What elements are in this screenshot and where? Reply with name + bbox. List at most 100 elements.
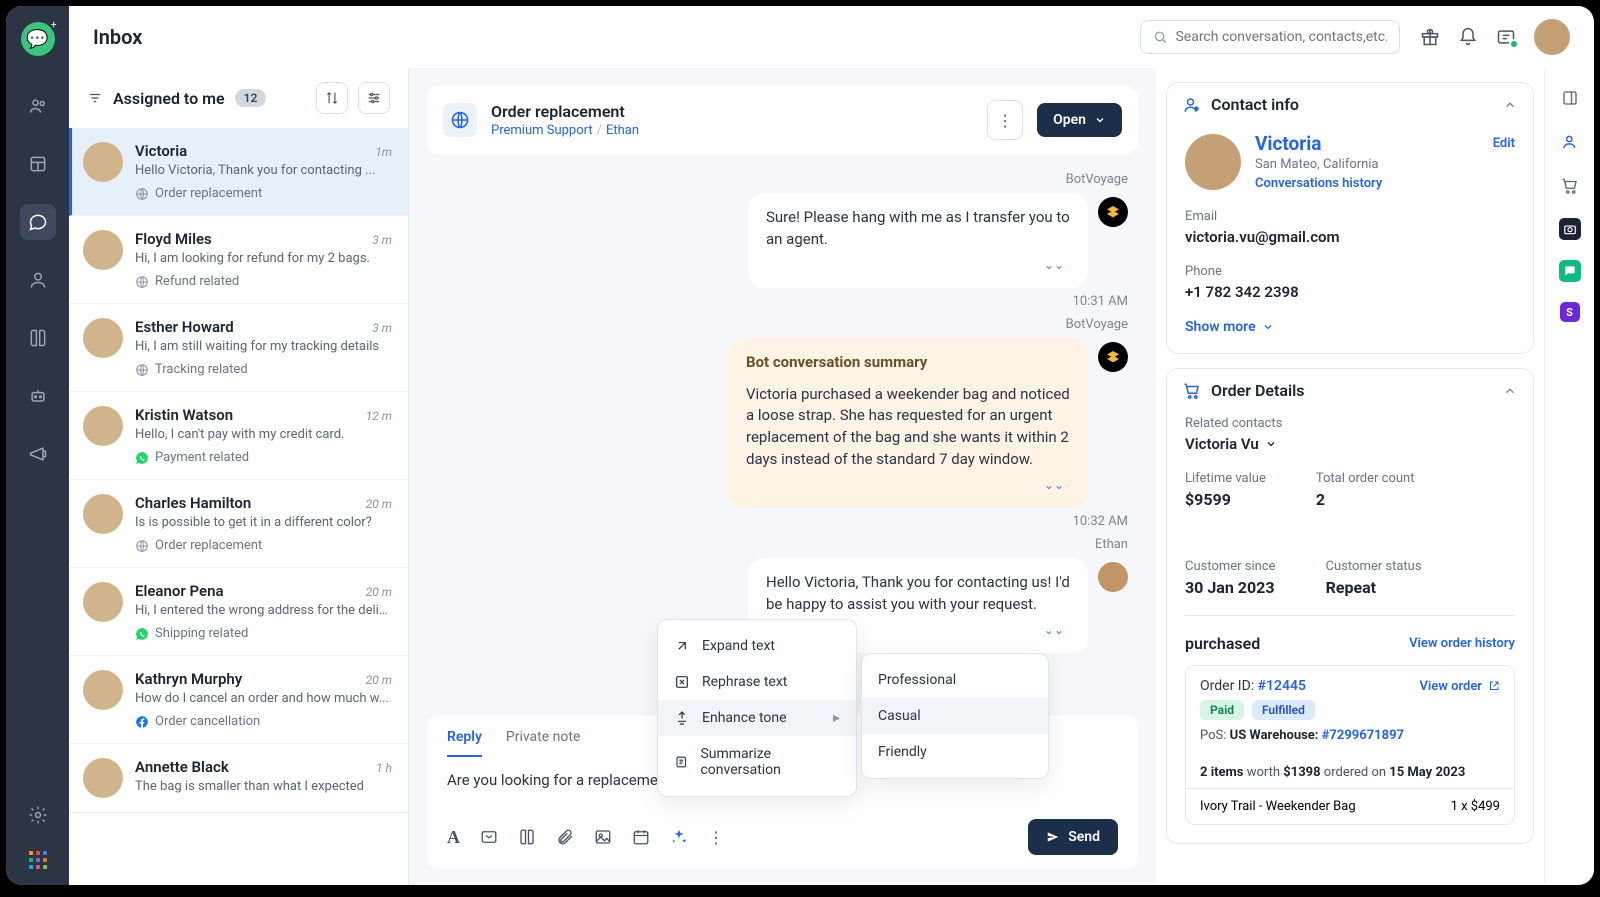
canned-response-icon[interactable] [480, 828, 498, 846]
cart-icon [1183, 382, 1201, 400]
gift-icon[interactable] [1420, 27, 1440, 47]
conv-name: Kristin Watson [135, 406, 233, 424]
view-order-link[interactable]: View order [1419, 678, 1500, 694]
conv-tag: Refund related [155, 274, 239, 289]
conv-preview: Hello, I can't pay with my credit card. [135, 427, 392, 442]
conv-preview: Is is possible to get it in a different … [135, 515, 392, 530]
bot-avatar [1098, 342, 1128, 372]
contact-avatar [1185, 134, 1241, 190]
conversation-item[interactable]: Charles Hamilton20 m Is is possible to g… [69, 480, 408, 568]
message-time: 10:31 AM [437, 294, 1128, 309]
page-title: Inbox [93, 25, 142, 49]
paid-chip: Paid [1200, 700, 1244, 720]
tab-reply[interactable]: Reply [447, 729, 482, 757]
tone-friendly[interactable]: Friendly [862, 734, 1048, 770]
tone-casual[interactable]: Casual [862, 698, 1048, 734]
nav-bot-icon[interactable] [20, 378, 56, 414]
ai-sparkle-icon[interactable] [670, 828, 688, 846]
chat-more-button[interactable]: ⋮ [987, 100, 1023, 140]
bell-icon[interactable] [1458, 27, 1478, 47]
phone-label: Phone [1185, 264, 1515, 279]
order-summary-line: 2 items worth $1398 ordered on 15 May 20… [1186, 765, 1514, 788]
channel-icon [135, 187, 149, 201]
tone-professional[interactable]: Professional [862, 662, 1048, 698]
view-order-history-link[interactable]: View order history [1409, 636, 1515, 651]
conversation-item[interactable]: Floyd Miles3 m Hi, I am looking for refu… [69, 216, 408, 304]
summary-bubble: Bot conversation summaryVictoria purchas… [728, 338, 1088, 508]
format-text-icon[interactable]: A [447, 827, 460, 848]
rail-panel-icon[interactable] [1558, 86, 1582, 110]
collapse-orders-icon[interactable] [1503, 384, 1517, 398]
conversations-history-link[interactable]: Conversations history [1255, 176, 1382, 191]
email-value[interactable]: victoria.vu@gmail.com [1185, 228, 1515, 246]
rail-contact-icon[interactable] [1558, 130, 1582, 154]
rail-chat-icon[interactable] [1559, 260, 1581, 282]
conv-name: Kathryn Murphy [135, 670, 242, 688]
rail-stripe-icon[interactable]: S [1560, 302, 1580, 322]
nav-inbox-icon[interactable] [20, 204, 56, 240]
show-more-button[interactable]: Show more [1185, 319, 1515, 335]
conversation-item[interactable]: Esther Howard3 m Hi, I am still waiting … [69, 304, 408, 392]
ai-summarize[interactable]: Summarize conversation [658, 736, 856, 788]
rail-cart-icon[interactable] [1558, 174, 1582, 198]
chevron-down-icon[interactable]: ⌄⌄ [746, 477, 1070, 494]
conversation-item[interactable]: Kathryn Murphy20 m How do I cancel an or… [69, 656, 408, 744]
conversation-item[interactable]: Victoria1m Hello Victoria, Thank you for… [69, 128, 408, 216]
chat-status-icon[interactable] [1496, 27, 1516, 47]
message-bubble: Sure! Please hang with me as I transfer … [748, 193, 1088, 288]
contact-name[interactable]: Victoria [1255, 132, 1382, 155]
send-button[interactable]: Send [1028, 819, 1118, 855]
nav-settings-icon[interactable] [20, 797, 56, 833]
conversation-item[interactable]: Eleanor Pena20 m Hi, I entered the wrong… [69, 568, 408, 656]
ai-assist-menu: Expand text Rephrase text Enhance tone▸ … [657, 619, 857, 797]
channel-icon [135, 451, 149, 465]
sort-button[interactable] [316, 82, 348, 114]
conversation-item[interactable]: Annette Black1 h The bag is smaller than… [69, 744, 408, 813]
total-order-count-label: Total order count [1316, 471, 1415, 486]
chevron-down-icon[interactable]: ⌄⌄ [766, 257, 1070, 274]
conv-name: Esther Howard [135, 318, 234, 336]
conv-preview: How do I cancel an order and how much w.… [135, 691, 392, 706]
status-dropdown[interactable]: Open [1037, 103, 1122, 137]
avatar [83, 582, 123, 622]
ai-rephrase-text[interactable]: Rephrase text [658, 664, 856, 700]
calendar-icon[interactable] [632, 828, 650, 846]
avatar [83, 230, 123, 270]
composer-more-icon[interactable]: ⋮ [708, 828, 724, 847]
filter-icon [87, 91, 103, 105]
chat-group[interactable]: Premium Support [491, 123, 593, 138]
related-contacts-dropdown[interactable]: Victoria Vu [1185, 435, 1515, 453]
tab-private-note[interactable]: Private note [506, 729, 580, 757]
conv-name: Eleanor Pena [135, 582, 224, 600]
image-icon[interactable] [594, 828, 612, 846]
user-avatar[interactable] [1534, 19, 1570, 55]
nav-knowledge-icon[interactable] [20, 320, 56, 356]
knowledge-icon[interactable] [518, 828, 536, 846]
chat-title: Order replacement [491, 102, 639, 121]
nav-dashboard-icon[interactable] [20, 146, 56, 182]
filter-label[interactable]: Assigned to me [113, 89, 225, 108]
nav-campaigns-icon[interactable] [20, 436, 56, 472]
app-logo[interactable]: 💬 [21, 22, 55, 56]
conv-preview: Hi, I am looking for refund for my 2 bag… [135, 251, 392, 266]
email-label: Email [1185, 209, 1515, 224]
nav-contacts-icon[interactable] [20, 262, 56, 298]
filter-settings-button[interactable] [358, 82, 390, 114]
nav-people-icon[interactable] [20, 88, 56, 124]
app-switcher-icon[interactable] [29, 851, 47, 869]
conv-name: Charles Hamilton [135, 494, 251, 512]
collapse-contact-icon[interactable] [1503, 98, 1517, 112]
search-input-wrapper[interactable] [1140, 20, 1400, 54]
conversation-item[interactable]: Kristin Watson12 m Hello, I can't pay wi… [69, 392, 408, 480]
chat-agent[interactable]: Ethan [606, 123, 639, 138]
conv-name: Victoria [135, 142, 187, 160]
phone-value[interactable]: +1 782 342 2398 [1185, 283, 1515, 301]
ai-enhance-tone[interactable]: Enhance tone▸ [658, 700, 856, 736]
rail-camera-icon[interactable] [1559, 218, 1581, 240]
attachment-icon[interactable] [556, 828, 574, 846]
edit-contact-button[interactable]: Edit [1493, 136, 1515, 151]
products-purchased-title: purchased [1185, 634, 1260, 653]
search-input[interactable] [1175, 29, 1387, 45]
ai-expand-text[interactable]: Expand text [658, 628, 856, 664]
conv-preview: Hello Victoria, Thank you for contacting… [135, 163, 392, 178]
